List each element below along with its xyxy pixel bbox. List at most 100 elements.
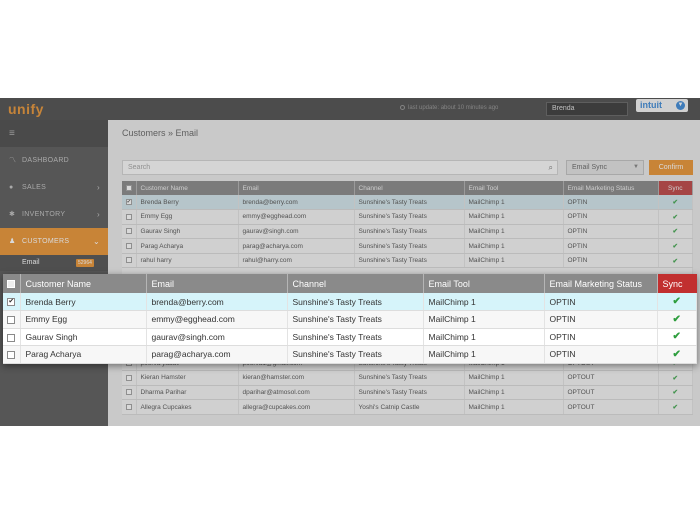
table-row[interactable]: Gaurav Singh gaurav@singh.com Sunshine's T… [3, 328, 697, 346]
marketing-status-cell: OPTIN [544, 345, 658, 364]
table-row[interactable]: Allegra Cupcakes allegra@cupcakes.com Yosh… [122, 399, 693, 415]
customer-name-cell: Parag Acharya [136, 238, 239, 254]
select-all-checkbox[interactable] [122, 181, 137, 195]
sidebar-subitem-label: Email [22, 259, 40, 266]
table-row[interactable]: Kieran Hamster kieran@hamster.com Sunshine… [122, 370, 693, 386]
email-tool-cell: MailChimp 1 [464, 209, 564, 225]
row-checkbox[interactable] [122, 370, 137, 386]
select-all-checkbox[interactable] [3, 274, 21, 293]
intuit-logo: intuit [640, 100, 662, 110]
email-cell: gaurav@singh.com [238, 224, 355, 240]
row-checkbox[interactable] [3, 328, 21, 346]
row-checkbox[interactable] [122, 385, 137, 401]
email-cell: rahul@harry.com [238, 253, 355, 269]
col-sync[interactable]: Sync [658, 181, 693, 195]
col-email-tool[interactable]: Email Tool [423, 274, 545, 293]
sync-check-icon: ✔ [658, 253, 693, 269]
intuit-menu[interactable]: intuit ▼ [636, 99, 688, 112]
col-sync[interactable]: Sync [657, 274, 697, 293]
customer-name-cell: Dharma Parihar [136, 385, 239, 401]
channel-cell: Yoshi's Catnip Castle [354, 399, 465, 415]
email-cell: allegra@cupcakes.com [238, 399, 355, 415]
col-channel[interactable]: Channel [287, 274, 424, 293]
col-marketing-status[interactable]: Email Marketing Status [563, 181, 659, 195]
sync-check-icon: ✔ [658, 385, 693, 401]
table-header-row: Customer Name Email Channel Email Tool E… [3, 274, 697, 293]
confirm-button[interactable]: Confirm [649, 160, 693, 175]
box-icon: ✱ [9, 211, 16, 218]
sidebar-item-customers[interactable]: ♟ CUSTOMERS ⌄ [0, 228, 108, 255]
sync-check-icon: ✔ [657, 310, 697, 329]
search-input[interactable]: Search ⌕ [122, 160, 558, 175]
channel-cell: Sunshine's Tasty Treats [354, 253, 465, 269]
search-placeholder: Search [128, 164, 151, 171]
checkbox-icon [125, 184, 132, 191]
col-customer-name[interactable]: Customer Name [20, 274, 147, 293]
main-content: Customers » Email Search ⌕ Email Sync ▼ Co… [108, 120, 700, 426]
user-icon: ♟ [9, 238, 16, 245]
sidebar-subitem-email[interactable]: Email 52964 [0, 255, 108, 271]
dollar-icon: ● [9, 184, 14, 191]
col-customer-name[interactable]: Customer Name [136, 181, 239, 195]
sidebar-item-sales[interactable]: ● SALES › [0, 174, 108, 201]
marketing-status-cell: OPTIN [563, 238, 659, 254]
col-email-tool[interactable]: Email Tool [464, 181, 564, 195]
channel-cell: Sunshine's Tasty Treats [354, 224, 465, 240]
row-checkbox[interactable]: ✔ [122, 195, 137, 211]
email-cell: emmy@egghead.com [238, 209, 355, 225]
user-select[interactable]: Brenda [546, 102, 628, 116]
table-row[interactable]: rahul harry rahul@harry.com Sunshine's Tas… [122, 253, 693, 269]
sidebar-item-label: DASHBOARD [22, 157, 70, 164]
col-email[interactable]: Email [146, 274, 288, 293]
channel-cell: Sunshine's Tasty Treats [354, 238, 465, 254]
row-checkbox[interactable] [3, 310, 21, 329]
table-row[interactable]: Emmy Egg emmy@egghead.com Sunshine's Tasty… [122, 209, 693, 225]
marketing-status-cell: OPTOUT [563, 399, 659, 415]
row-checkbox[interactable] [122, 209, 137, 225]
marketing-status-cell: OPTIN [563, 209, 659, 225]
channel-cell: Sunshine's Tasty Treats [354, 195, 465, 211]
col-email[interactable]: Email [238, 181, 355, 195]
clock-icon [400, 105, 405, 110]
table-row[interactable]: ✔ Brenda Berry brenda@berry.com Sunshine's … [3, 293, 697, 311]
email-tool-cell: MailChimp 1 [423, 345, 545, 364]
table-row[interactable]: Parag Acharya parag@acharya.com Sunshine's… [122, 238, 693, 254]
email-tool-cell: MailChimp 1 [464, 370, 564, 386]
chevron-down-icon: ⌄ [92, 237, 100, 246]
marketing-status-cell: OPTOUT [563, 385, 659, 401]
sync-filter-select[interactable]: Email Sync ▼ [566, 160, 644, 175]
sidebar-item-dashboard[interactable]: 〽 DASHBOARD [0, 147, 108, 174]
table-row[interactable]: Gaurav Singh gaurav@singh.com Sunshine's T… [122, 224, 693, 240]
marketing-status-cell: OPTOUT [563, 370, 659, 386]
email-tool-cell: MailChimp 1 [423, 328, 545, 346]
table-row[interactable]: ✔ Brenda Berry brenda@berry.com Sunshine's … [122, 195, 693, 211]
table-row[interactable]: Dharma Parihar dparihar@atmosol.com Sunshi… [122, 385, 693, 401]
row-checkbox[interactable] [122, 253, 137, 269]
row-checkbox[interactable] [3, 345, 21, 364]
zoomed-table-callout: Customer Name Email Channel Email Tool E… [3, 274, 697, 364]
email-tool-cell: MailChimp 1 [423, 293, 545, 311]
email-cell: brenda@berry.com [238, 195, 355, 211]
marketing-status-cell: OPTIN [563, 224, 659, 240]
customer-name-cell: Brenda Berry [20, 293, 147, 311]
table-row[interactable]: Emmy Egg emmy@egghead.com Sunshine's Tasty… [3, 310, 697, 329]
checkbox-icon [125, 403, 132, 410]
email-cell: emmy@egghead.com [146, 310, 288, 329]
table-row[interactable]: Parag Acharya parag@acharya.com Sunshine's… [3, 345, 697, 364]
chevron-down-icon: ▼ [676, 101, 685, 110]
row-checkbox[interactable]: ✔ [3, 293, 21, 311]
search-icon[interactable]: ⌕ [549, 161, 553, 174]
email-tool-cell: MailChimp 1 [423, 310, 545, 329]
app-logo[interactable]: unify [8, 101, 44, 117]
col-channel[interactable]: Channel [354, 181, 465, 195]
sync-check-icon: ✔ [657, 328, 697, 346]
menu-icon[interactable]: ≡ [0, 120, 108, 147]
col-marketing-status[interactable]: Email Marketing Status [544, 274, 658, 293]
checkbox-icon: ✔ [7, 298, 16, 307]
row-checkbox[interactable] [122, 224, 137, 240]
top-bar: unify last update: about 10 minutes ago … [0, 98, 700, 120]
row-checkbox[interactable] [122, 238, 137, 254]
channel-cell: Sunshine's Tasty Treats [354, 209, 465, 225]
sidebar-item-inventory[interactable]: ✱ INVENTORY › [0, 201, 108, 228]
row-checkbox[interactable] [122, 399, 137, 415]
